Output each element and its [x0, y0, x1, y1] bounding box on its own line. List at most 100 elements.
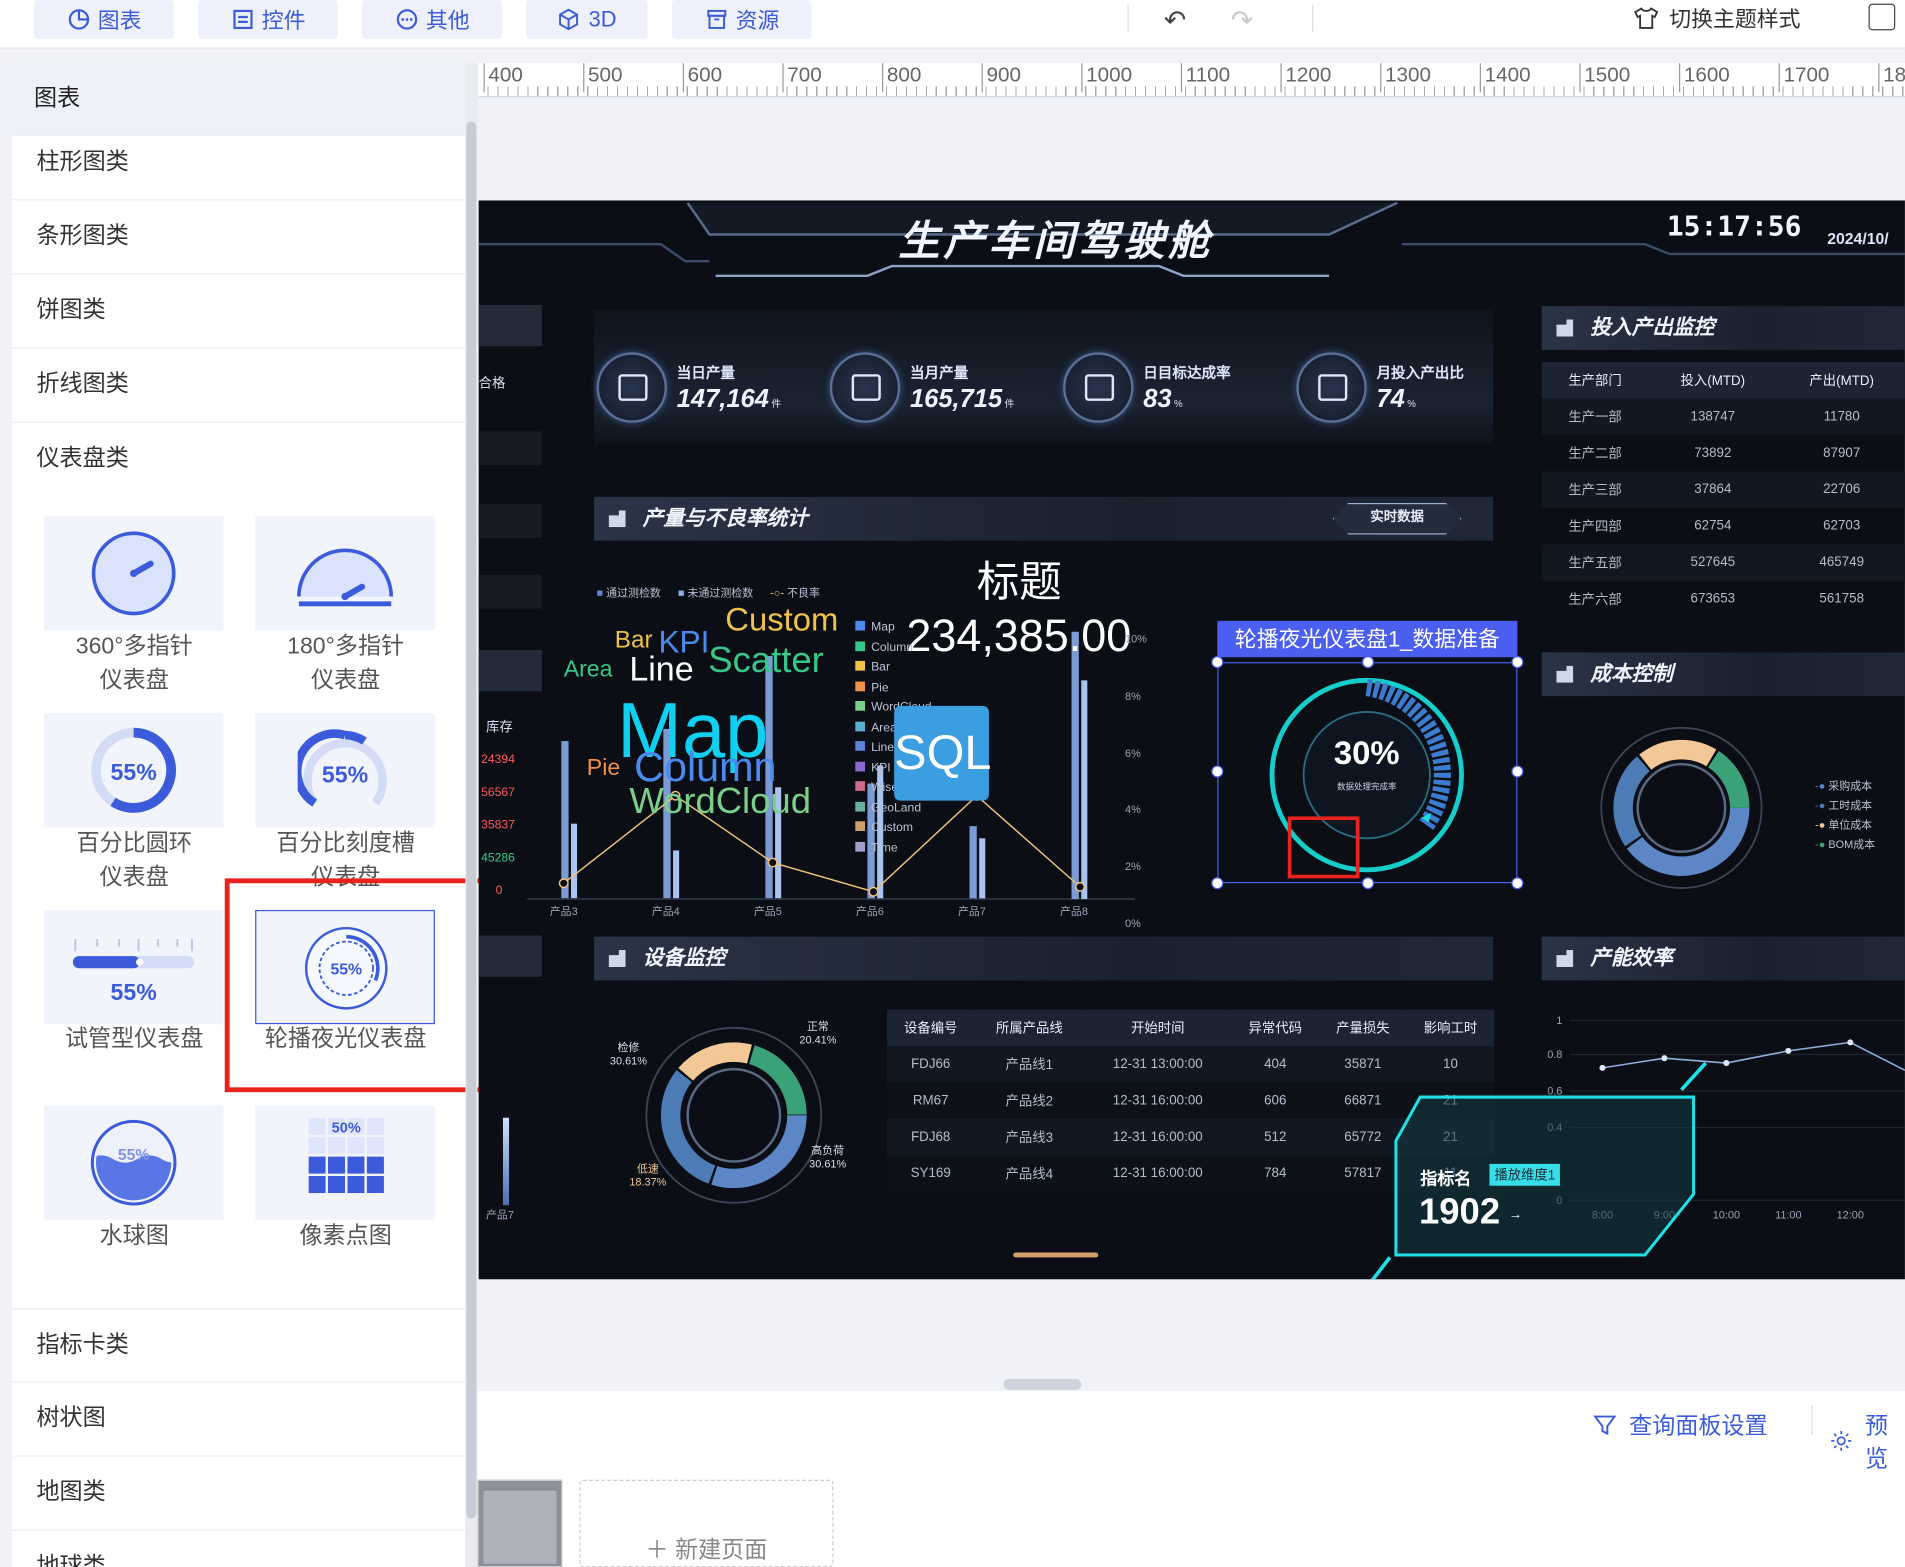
- sidebar-scrollbar-thumb[interactable]: [466, 121, 477, 1519]
- new-page-label: 新建页面: [675, 1538, 768, 1564]
- resize-handle[interactable]: [1211, 656, 1224, 669]
- section-efficiency-title: 产能效率: [1590, 946, 1673, 970]
- gauge-widget-value: 30%: [1333, 735, 1400, 772]
- resize-handle[interactable]: [1511, 877, 1524, 890]
- canvas-resize-handle[interactable]: [1003, 1378, 1082, 1390]
- pixel-dot-card[interactable]: 50%: [255, 1105, 435, 1220]
- category-strip-bar[interactable]: 条形图类: [12, 200, 467, 275]
- section-device-title: 设备监控: [642, 946, 726, 970]
- divider: [1127, 4, 1129, 32]
- yield-right-axis: 10% 8% 6% 4% 2% 0%: [1124, 632, 1147, 930]
- rate-point: [558, 878, 569, 889]
- ruler-label: 900: [981, 63, 1021, 93]
- kpi-value: 147,164: [676, 385, 769, 414]
- eff-y-label: 1: [1556, 1015, 1562, 1027]
- table-cell: 12-31 16:00:00: [1112, 1166, 1203, 1181]
- category-pie[interactable]: 饼图类: [12, 275, 467, 349]
- table-header: 异常代码: [1248, 1021, 1302, 1037]
- category-indicator-card[interactable]: 指标卡类: [12, 1308, 467, 1383]
- pixel-dot-label: 像素点图: [299, 1223, 392, 1249]
- ruler-label: 1500: [1579, 63, 1630, 93]
- overlay-legend-item: Column: [855, 638, 931, 658]
- kpi-icon-inner: [618, 374, 648, 401]
- gauge-180-card[interactable]: [255, 516, 435, 631]
- table-cell: 512: [1264, 1129, 1287, 1145]
- ruler-label: 400: [483, 63, 523, 93]
- sidebar-header: 图表: [12, 63, 479, 137]
- table-cell: 22706: [1823, 482, 1861, 497]
- table-cell: FDJ68: [911, 1129, 951, 1145]
- category-line[interactable]: 折线图类: [12, 349, 467, 423]
- eff-x-label: 11:00: [1775, 1210, 1802, 1222]
- yield-bar: [1071, 631, 1079, 900]
- ring-gauge-card[interactable]: 55%: [43, 713, 224, 828]
- liquid-ball-card[interactable]: 55%: [43, 1105, 224, 1220]
- sql-widget[interactable]: SQL: [894, 705, 991, 801]
- tube-gauge-card[interactable]: 55%: [43, 909, 224, 1025]
- left-label-stock: 库存: [485, 720, 513, 736]
- kpi-value-wrap: 74%: [1376, 385, 1415, 414]
- ruler-label: 1100: [1180, 63, 1230, 93]
- tab-3d[interactable]: 3D: [526, 0, 648, 39]
- category-map[interactable]: 地图类: [12, 1457, 467, 1531]
- liquid-ball-icon: 55%: [90, 1119, 177, 1206]
- resize-handle[interactable]: [1361, 656, 1375, 669]
- category-tree[interactable]: 树状图: [12, 1383, 467, 1457]
- query-panel-settings-button[interactable]: 查询面板设置: [1593, 1408, 1768, 1441]
- resize-handle[interactable]: [1511, 765, 1524, 778]
- tab-charts[interactable]: 图表: [34, 0, 174, 39]
- realtime-data-button[interactable]: 实时数据: [1332, 502, 1462, 535]
- page-thumbnail[interactable]: [477, 1479, 563, 1567]
- kpi-label: 月投入产出比: [1376, 364, 1464, 382]
- device-donut[interactable]: [643, 1024, 825, 1206]
- overlay-legend-item: GeoLand: [855, 799, 931, 819]
- table-cell: 561758: [1819, 591, 1865, 607]
- new-page-button[interactable]: ＋ 新建页面: [579, 1479, 834, 1567]
- redo-icon[interactable]: ↷: [1231, 5, 1253, 37]
- liquid-ball-label: 水球图: [99, 1223, 169, 1249]
- switch-theme-button[interactable]: 切换主题样式: [1633, 2, 1800, 34]
- svg-text:55%: 55%: [322, 761, 368, 787]
- gauge-widget-subtitle: 数据处理完成率: [1336, 783, 1397, 793]
- tab-other[interactable]: 其他: [362, 0, 502, 39]
- preview-button[interactable]: 预览: [1830, 1408, 1905, 1474]
- tab-controls[interactable]: 控件: [198, 0, 338, 39]
- divider: [1811, 1405, 1813, 1435]
- ring-gauge-label: 百分比圆环 仪表盘: [76, 830, 192, 891]
- resize-handle[interactable]: [1211, 765, 1224, 778]
- eff-point: [1847, 1039, 1854, 1046]
- resize-handle[interactable]: [1361, 877, 1375, 890]
- left-label-pass: 合格: [478, 376, 506, 392]
- gauge-360-card[interactable]: [43, 516, 224, 631]
- divider: [1312, 4, 1314, 32]
- ruler-label: 1600: [1678, 63, 1730, 93]
- tab-resources-label: 资源: [735, 8, 780, 33]
- undo-icon[interactable]: ↶: [1164, 5, 1186, 37]
- query-panel-settings-label: 查询面板设置: [1629, 1414, 1768, 1440]
- archive-icon: [706, 9, 726, 29]
- overlay-wordcloud[interactable]: Bar KPI Custom Area Line Scatter Map Pie Column W…: [564, 601, 856, 868]
- legend-swatch: [855, 700, 866, 711]
- category-globe[interactable]: 地球类: [12, 1531, 466, 1567]
- tab-resources[interactable]: 资源: [671, 0, 812, 39]
- resize-handle[interactable]: [1211, 877, 1224, 890]
- legend-text: Pie: [871, 680, 889, 695]
- category-gauge[interactable]: 仪表盘类: [12, 423, 466, 497]
- cart-icon: [829, 352, 901, 423]
- ruler-label: 18: [1878, 63, 1905, 93]
- ruler-label: 1300: [1380, 63, 1431, 93]
- tick-ring-gauge-card[interactable]: 55%: [255, 713, 435, 828]
- legend-text: Column: [871, 640, 913, 655]
- left-bar: [502, 1117, 510, 1206]
- cost-donut[interactable]: [1596, 723, 1766, 893]
- indicator-label: 指标名: [1420, 1168, 1472, 1189]
- ring-gauge-icon: 55%: [91, 727, 177, 813]
- table-cell: 138747: [1690, 409, 1736, 425]
- layout-grid-icon[interactable]: [1868, 3, 1896, 31]
- resize-handle[interactable]: [1511, 656, 1524, 669]
- io-table: 生产部门 投入(MTD) 产出(MTD) 生产一部 138747 11780 生产二部 73…: [1541, 362, 1905, 617]
- category-bar[interactable]: 柱形图类: [12, 126, 467, 201]
- gauge-180-icon: [297, 548, 394, 607]
- dashboard-canvas[interactable]: 生产车间驾驶舱 15:17:56 2024/10/ 合格 库存 24394 56…: [478, 200, 1905, 1280]
- table-cell: 12-31 13:00:00: [1112, 1056, 1203, 1072]
